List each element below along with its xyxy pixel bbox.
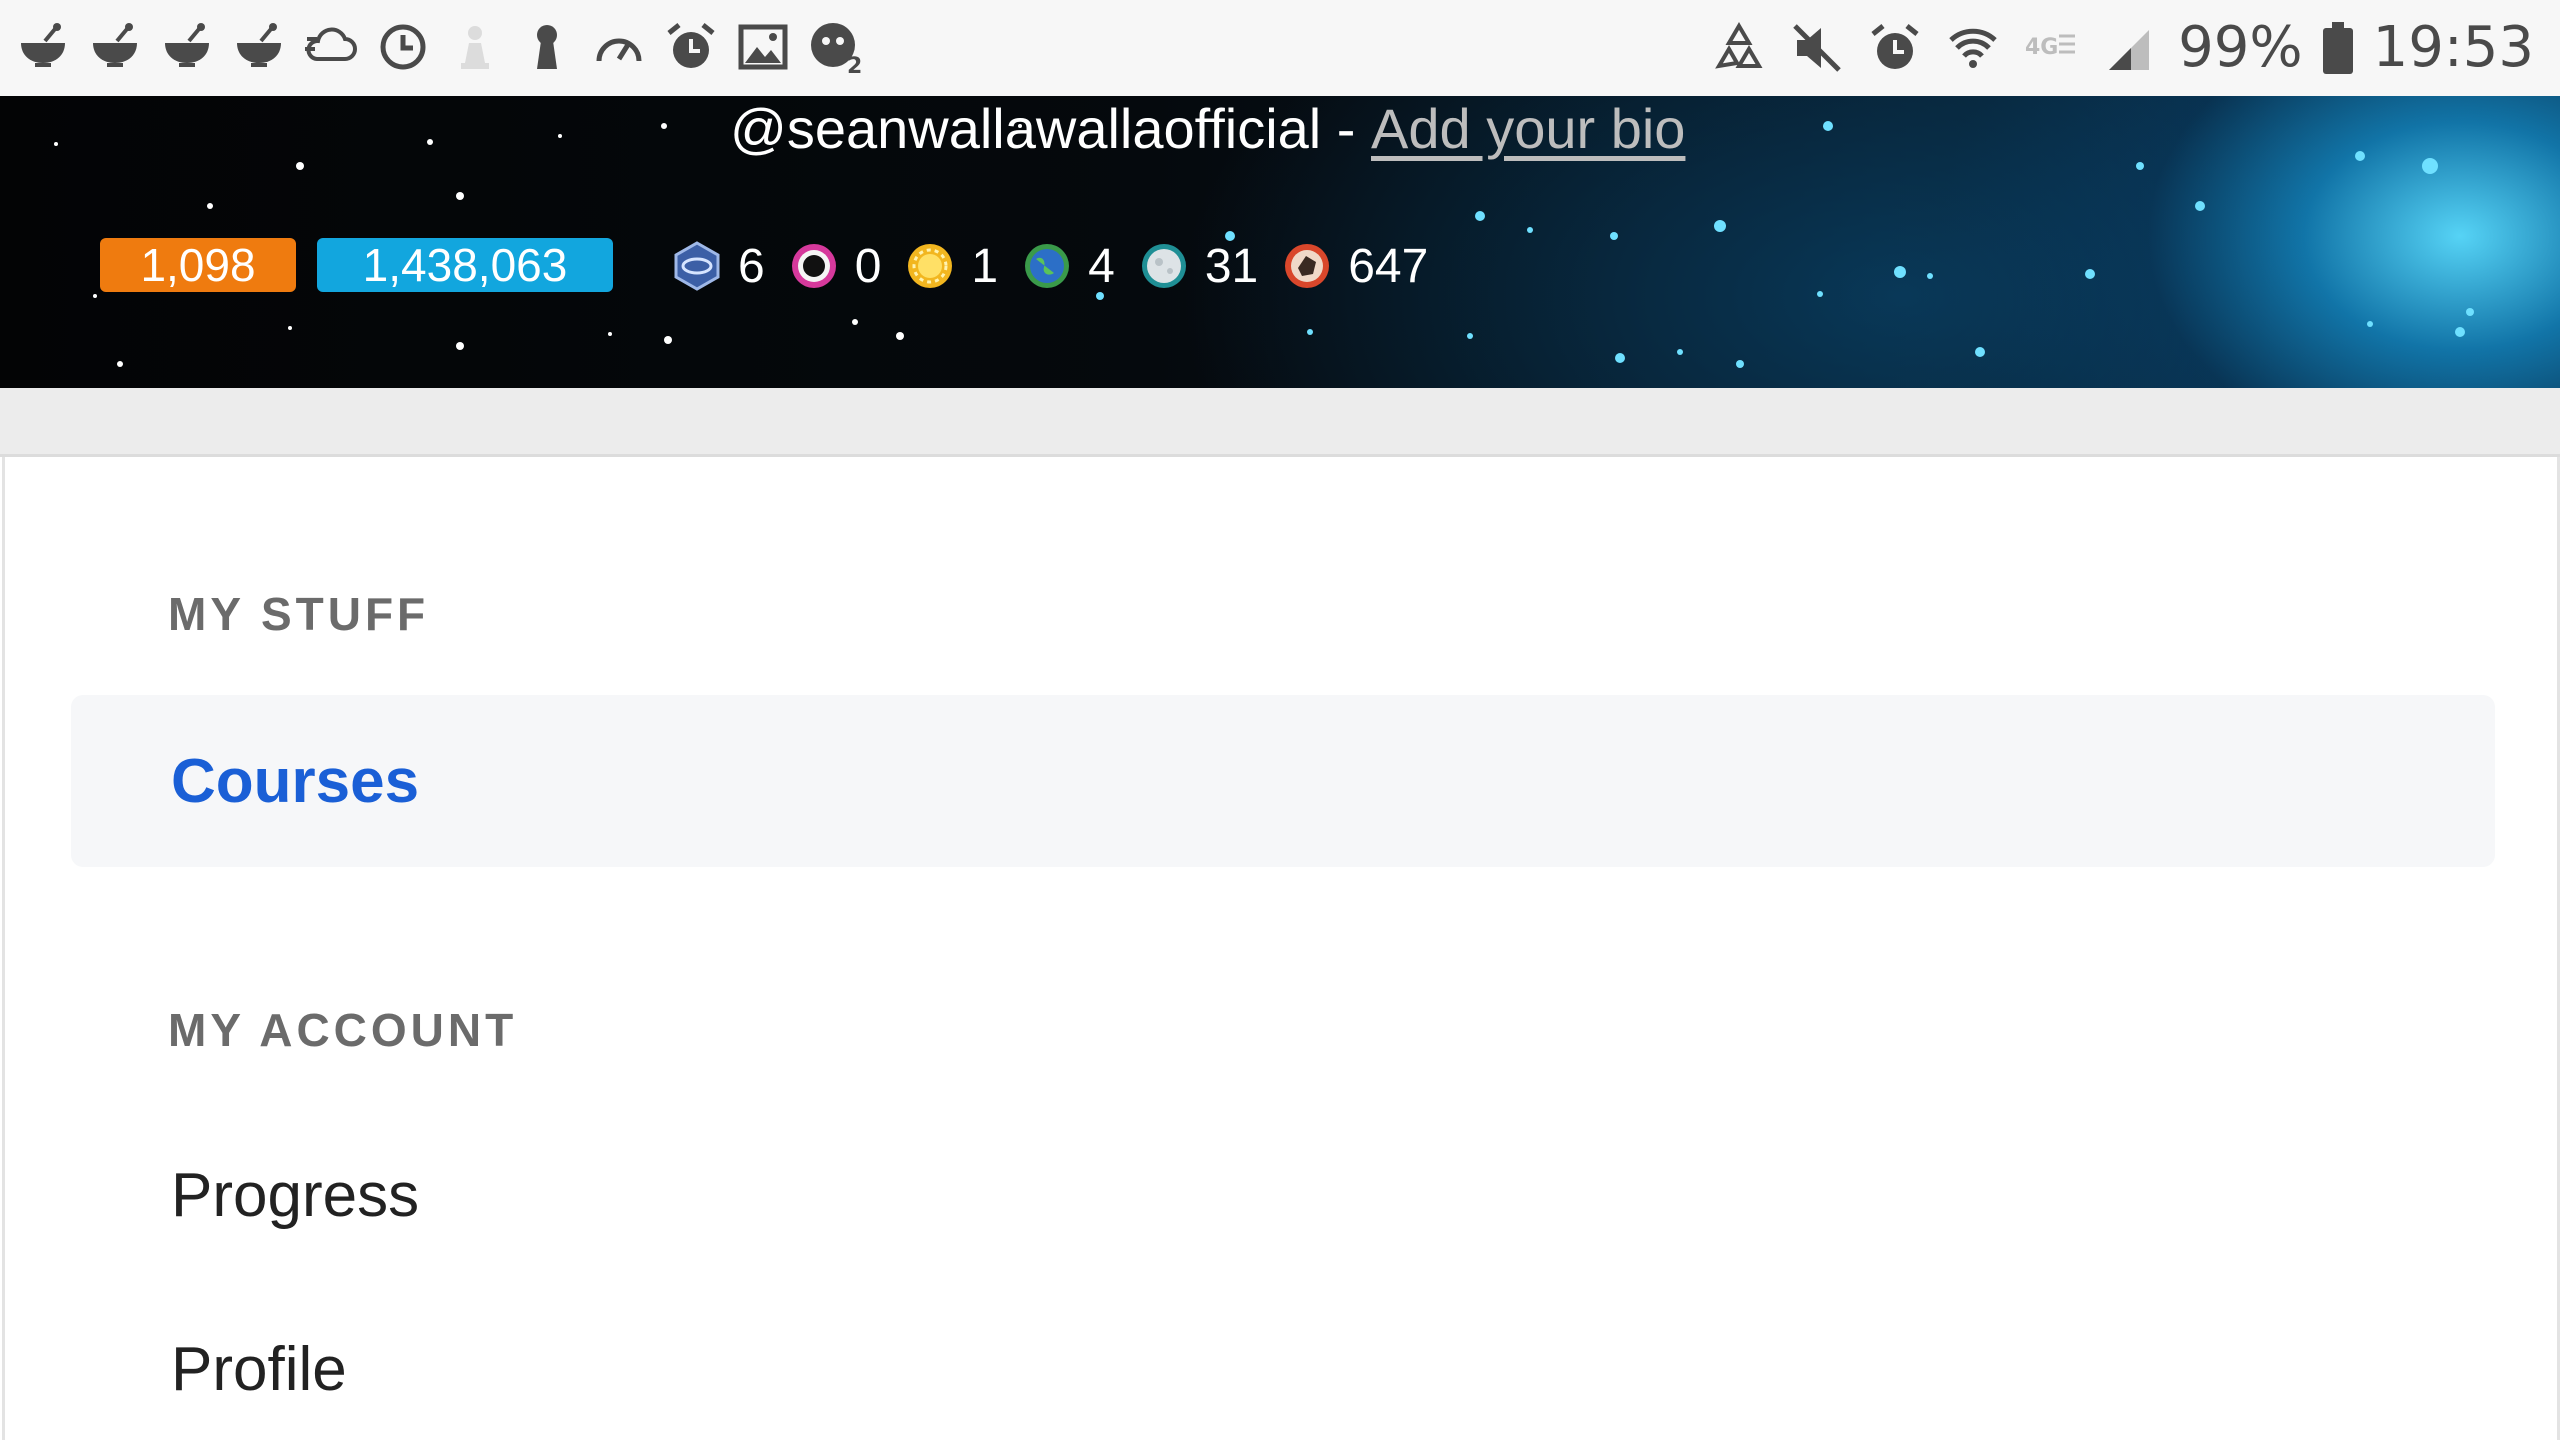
notification-icons: 2 xyxy=(14,14,864,80)
recipe-bowl-icon xyxy=(158,14,216,80)
planet-emblem-icon xyxy=(672,241,722,291)
recipe-bowl-icon xyxy=(230,14,288,80)
add-bio-link[interactable]: Add your bio xyxy=(1371,96,1685,161)
stat-value: 647 xyxy=(1348,239,1429,293)
points-badge: 1,438,063 xyxy=(317,238,613,292)
recycle-icon xyxy=(1710,15,1768,81)
menu-item-progress[interactable]: Progress xyxy=(71,1109,2495,1281)
lte-icon: 4G xyxy=(2022,15,2080,81)
stat-sun: 1 xyxy=(905,239,998,294)
svg-text:4G: 4G xyxy=(2025,35,2058,60)
stat-value: 1 xyxy=(971,239,999,293)
profile-banner: @seanwallawallaofficial - Add your bio 1… xyxy=(0,96,2560,388)
battery-percent: 99% xyxy=(2178,15,2303,80)
stat-value: 4 xyxy=(1088,239,1115,293)
chess-pawn-icon xyxy=(446,14,504,80)
stat-moon: 31 xyxy=(1139,239,1258,294)
navigation-panel: MY STUFF Courses MY ACCOUNT Progress Pro… xyxy=(2,457,2560,1440)
speedometer-icon xyxy=(590,14,648,80)
system-icons: 4G 99% 19:53 xyxy=(1710,10,2534,86)
stat-value: 31 xyxy=(1204,239,1259,293)
image-icon xyxy=(734,14,792,80)
stat-black-hole: 0 xyxy=(789,239,882,294)
clock-icon xyxy=(374,14,432,80)
menu-item-courses[interactable]: Courses xyxy=(71,695,2495,867)
mute-icon xyxy=(1788,15,1846,81)
stat-asteroid: 647 xyxy=(1282,239,1428,294)
my-account-heading: MY ACCOUNT xyxy=(168,1004,518,1056)
cloud-sync-icon xyxy=(302,14,360,80)
recipe-bowl-icon xyxy=(14,14,72,80)
streak-badge: 1,098 xyxy=(100,238,296,292)
my-stuff-heading: MY STUFF xyxy=(168,588,430,640)
wifi-icon xyxy=(1944,15,2002,81)
emoji-face-icon: 2 xyxy=(806,14,864,80)
signal-icon xyxy=(2100,15,2158,81)
stat-earth: 4 xyxy=(1022,239,1115,294)
profile-handle-line: @seanwallawallaofficial - Add your bio xyxy=(730,96,1685,160)
earth-icon xyxy=(1022,241,1072,291)
achievement-stats: 6 0 1 4 31 647 xyxy=(672,236,1452,296)
battery-icon xyxy=(2322,22,2353,74)
menu-item-profile[interactable]: Profile xyxy=(71,1283,2495,1455)
alarm-icon xyxy=(1866,15,1924,81)
status-bar: 2 4G 99% 19:53 xyxy=(0,0,2560,96)
moon-icon xyxy=(1139,241,1189,291)
clock-time: 19:53 xyxy=(2372,15,2534,80)
alarm-icon xyxy=(662,14,720,80)
handle-separator: - xyxy=(1321,96,1371,160)
black-hole-icon xyxy=(789,241,839,291)
sun-icon xyxy=(905,241,955,291)
section-divider xyxy=(0,388,2560,457)
stat-planet-emblem: 6 xyxy=(672,239,765,294)
keyhole-icon xyxy=(518,14,576,80)
svg-text:2: 2 xyxy=(847,54,862,75)
stat-value: 6 xyxy=(738,239,765,293)
stat-value: 0 xyxy=(854,239,882,293)
recipe-bowl-icon xyxy=(86,14,144,80)
asteroid-icon xyxy=(1282,241,1332,291)
profile-handle: @seanwallawallaofficial xyxy=(730,96,1322,160)
